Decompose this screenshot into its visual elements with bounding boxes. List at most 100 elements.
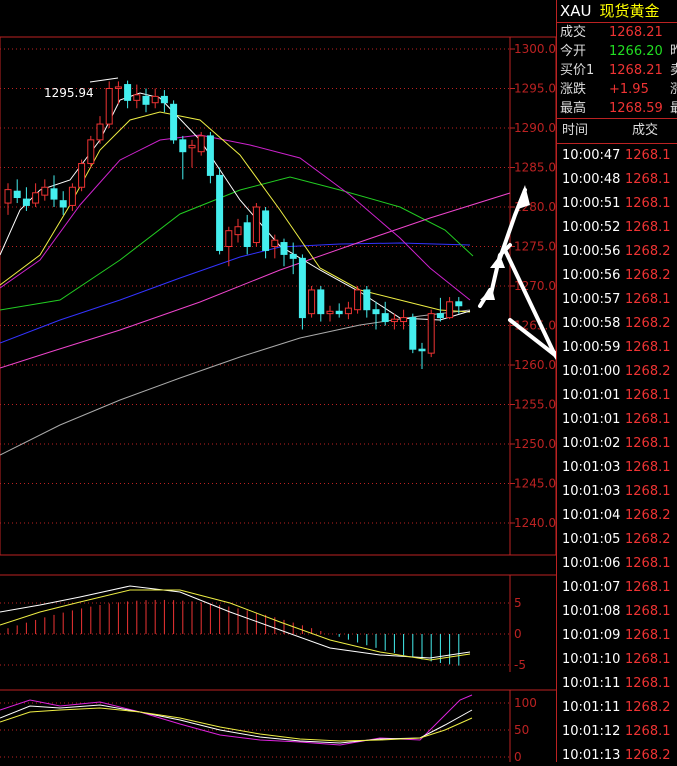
tick-time: 10:01:01 <box>562 412 621 427</box>
tick-row[interactable]: 10:01:11 1268.2 <box>557 696 677 720</box>
tick-row[interactable]: 10:01:03 1268.1 <box>557 456 677 480</box>
candle-body <box>216 174 224 251</box>
y-tick-label: -5 <box>514 658 526 672</box>
quote-label: 成交 <box>560 25 587 40</box>
tick-row[interactable]: 10:01:03 1268.1 <box>557 480 677 504</box>
tick-row[interactable]: 10:01:13 1268.2 <box>557 744 677 762</box>
tick-price: 1268.1 <box>625 340 671 355</box>
tick-time: 10:01:09 <box>562 628 621 643</box>
tick-row[interactable]: 10:00:52 1268.1 <box>557 216 677 240</box>
tick-row[interactable]: 10:00:57 1268.1 <box>557 288 677 312</box>
candle-body <box>4 189 12 204</box>
kdj-line-d <box>0 707 473 742</box>
tick-row[interactable]: 10:01:06 1268.1 <box>557 552 677 576</box>
tick-row[interactable]: 10:01:09 1268.1 <box>557 624 677 648</box>
tick-row[interactable]: 10:01:10 1268.1 <box>557 648 677 672</box>
tick-row[interactable]: 10:01:05 1268.2 <box>557 528 677 552</box>
y-tick-label: 1240.0 <box>514 516 556 530</box>
tick-row[interactable]: 10:00:56 1268.2 <box>557 264 677 288</box>
tick-row[interactable]: 10:01:11 1268.1 <box>557 672 677 696</box>
candle-body <box>50 188 58 200</box>
candle-body <box>409 317 417 350</box>
quote-extra-label: 最 <box>670 99 677 118</box>
tick-price: 1268.2 <box>625 508 671 523</box>
tick-price: 1268.1 <box>625 556 671 571</box>
candle-body <box>271 239 279 247</box>
quote-label: 买价1 <box>560 63 595 78</box>
quote-label: 涨跌 <box>560 82 587 97</box>
candle-body <box>22 198 30 206</box>
candle-body <box>289 253 297 259</box>
tick-time: 10:00:59 <box>562 340 621 355</box>
kline-chart[interactable]: 1300.01295.01290.01285.01280.01275.01270… <box>0 0 672 764</box>
tick-row[interactable]: 10:01:01 1268.1 <box>557 384 677 408</box>
quote-table: 成交 1268.21 今开 1266.20 昨买价1 1268.21 卖涨跌 +1.95 涨最高… <box>557 23 677 119</box>
tick-time: 10:01:11 <box>562 676 621 691</box>
tick-row[interactable]: 10:00:51 1268.1 <box>557 192 677 216</box>
tick-table-header: 时间 成交 <box>557 119 677 144</box>
tick-time: 10:01:10 <box>562 652 621 667</box>
candle-body <box>418 348 426 352</box>
candle-body <box>96 123 104 141</box>
candle-body <box>354 289 362 311</box>
tick-row[interactable]: 10:01:02 1268.1 <box>557 432 677 456</box>
y-tick-label: 0 <box>514 627 522 641</box>
main-panel-frame <box>0 36 557 556</box>
candle-body <box>372 309 380 315</box>
candle-body <box>68 186 76 206</box>
tick-price: 1268.1 <box>625 628 671 643</box>
tick-price: 1268.1 <box>625 196 671 211</box>
tick-row[interactable]: 10:01:04 1268.2 <box>557 504 677 528</box>
tick-time: 10:00:56 <box>562 268 621 283</box>
tick-price: 1268.2 <box>625 364 671 379</box>
quote-label: 最高 <box>560 101 587 116</box>
candle-body <box>59 200 67 208</box>
quote-extra-label: 卖 <box>670 61 677 80</box>
candle-body <box>455 301 463 307</box>
tick-row[interactable]: 10:00:47 1268.1 <box>557 144 677 168</box>
tick-price: 1268.2 <box>625 268 671 283</box>
tick-price: 1268.2 <box>625 748 671 762</box>
candle-body <box>317 289 325 315</box>
tick-row[interactable]: 10:01:00 1268.2 <box>557 360 677 384</box>
candle-body <box>363 289 371 311</box>
tick-price: 1268.1 <box>625 652 671 667</box>
quote-row: 今开 1266.20 昨 <box>557 42 677 61</box>
tick-row[interactable]: 10:01:01 1268.1 <box>557 408 677 432</box>
ma-line-magenta <box>0 134 471 301</box>
candle-body <box>188 144 196 149</box>
quote-row: 涨跌 +1.95 涨 <box>557 80 677 99</box>
tick-price: 1268.1 <box>625 580 671 595</box>
candle-body <box>87 139 95 165</box>
tick-price: 1268.1 <box>625 436 671 451</box>
tick-price: 1268.1 <box>625 412 671 427</box>
quote-value: 1268.21 <box>609 25 663 40</box>
tick-row[interactable]: 10:00:56 1268.2 <box>557 240 677 264</box>
y-tick-label: 1250.0 <box>514 437 556 451</box>
tick-row[interactable]: 10:01:12 1268.1 <box>557 720 677 744</box>
tick-price: 1268.1 <box>625 388 671 403</box>
symbol-label: XAU <box>560 2 592 20</box>
tick-row[interactable]: 10:01:08 1268.1 <box>557 600 677 624</box>
candle-body <box>252 206 260 244</box>
tick-row[interactable]: 10:00:59 1268.1 <box>557 336 677 360</box>
tick-row[interactable]: 10:00:58 1268.2 <box>557 312 677 336</box>
tick-row[interactable]: 10:00:48 1268.1 <box>557 168 677 192</box>
tick-time: 10:00:56 <box>562 244 621 259</box>
quote-value: 1268.21 <box>609 63 663 78</box>
candle-body <box>206 135 214 176</box>
candle-body <box>105 88 113 125</box>
kline-chart-area[interactable]: 1300.0 1295.0 1290.0 1285.0 1280.0 1275.0 1270… <box>0 0 672 764</box>
quote-row: 最高 1268.59 最 <box>557 99 677 119</box>
candle-body <box>344 307 352 315</box>
col-price-header: 成交 <box>632 123 659 138</box>
tick-time: 10:00:57 <box>562 292 621 307</box>
tick-time: 10:00:52 <box>562 220 621 235</box>
tick-row[interactable]: 10:01:07 1268.1 <box>557 576 677 600</box>
candle-body <box>225 230 233 247</box>
tick-time: 10:01:08 <box>562 604 621 619</box>
macd-line-dea <box>0 589 471 661</box>
tick-time: 10:01:03 <box>562 484 621 499</box>
candle-body <box>151 95 159 104</box>
tick-table[interactable]: 10:00:47 1268.1 10:00:48 1268.1 10:00:51 1268… <box>557 144 677 762</box>
